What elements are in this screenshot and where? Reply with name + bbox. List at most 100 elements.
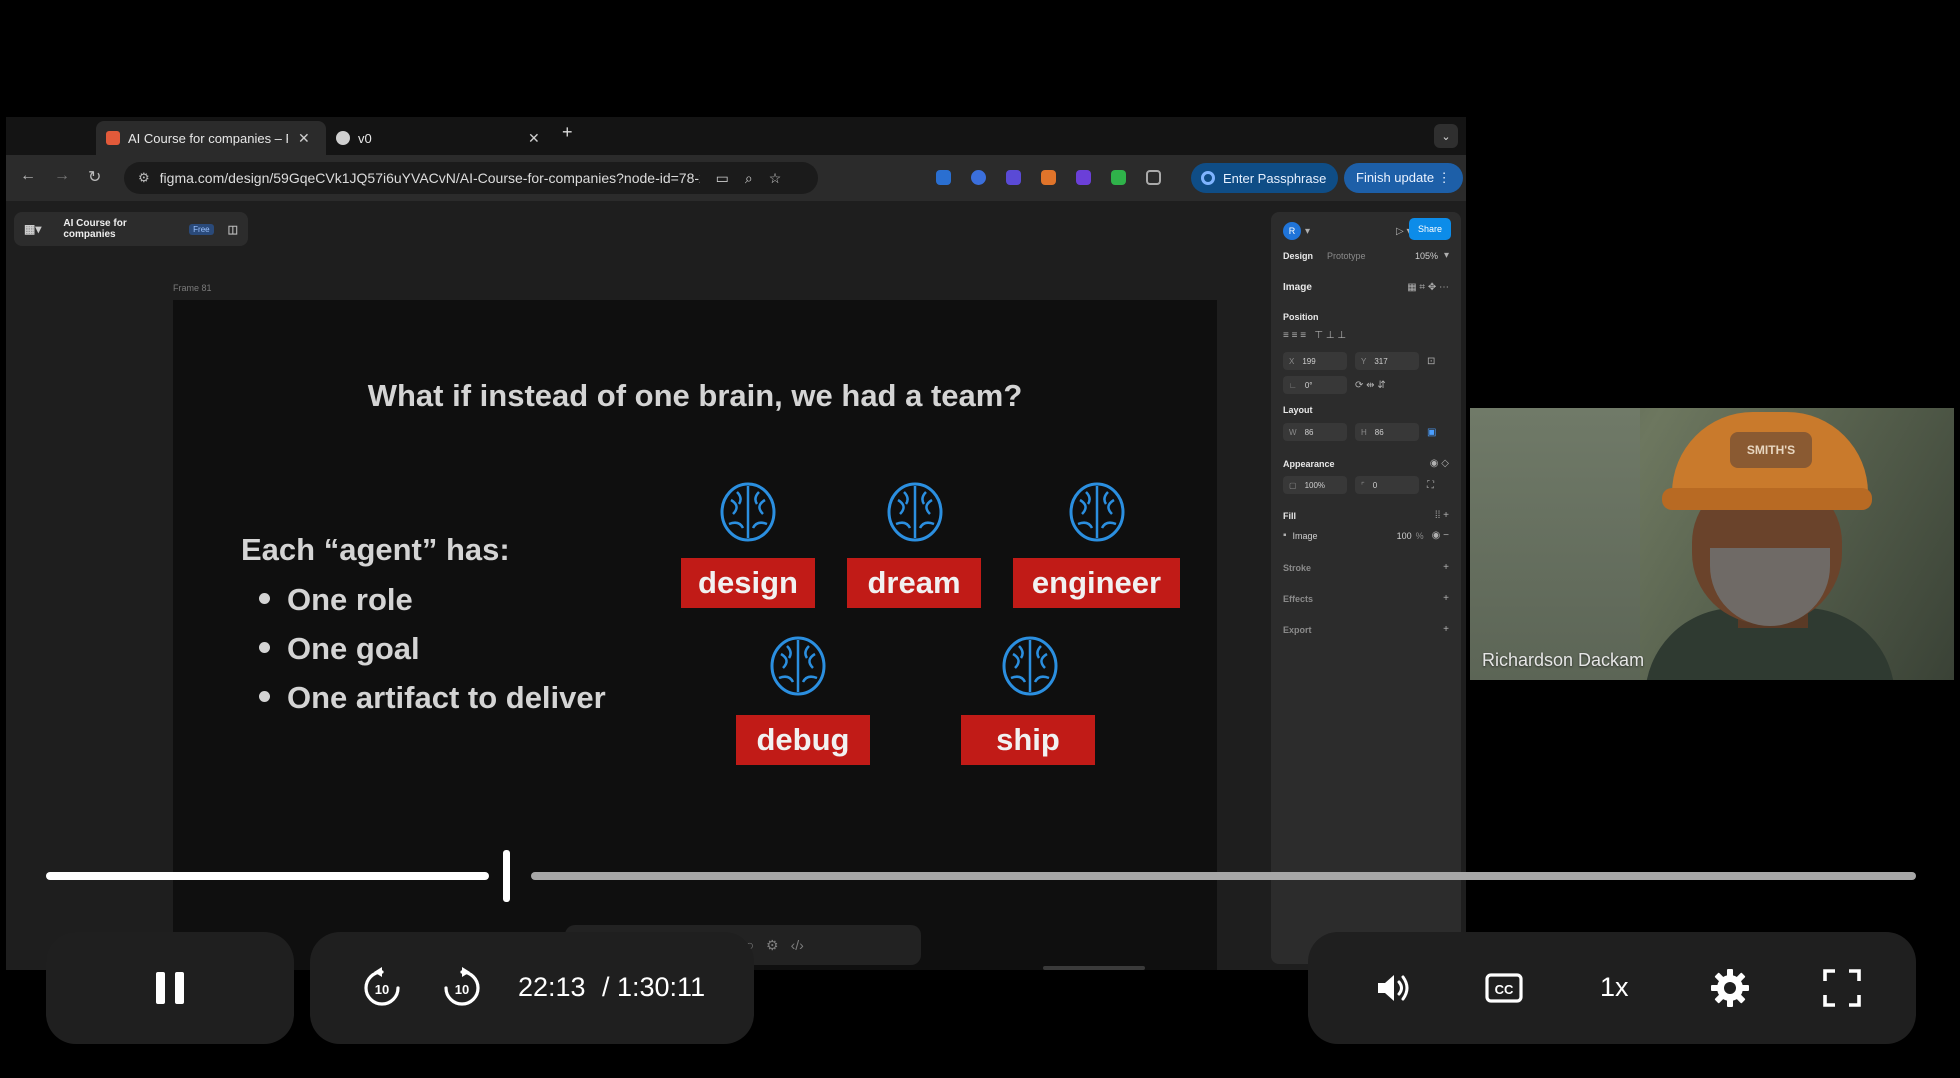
volume-icon[interactable] [1370, 966, 1414, 1010]
zoom-icon[interactable]: ⌕ [745, 170, 753, 187]
share-button[interactable]: Share [1409, 218, 1451, 240]
layer-actions-icon[interactable]: ▦ ⌗ ✥ ⋯ [1407, 282, 1449, 293]
fill-type: Image [1292, 530, 1318, 541]
zoom-dropdown-icon[interactable]: ▾ [1444, 250, 1449, 261]
extension-purple-icon[interactable] [1076, 170, 1091, 185]
back-arrow-icon[interactable]: ← [20, 167, 36, 185]
svg-text:10: 10 [375, 982, 389, 997]
x-field[interactable]: X 199 [1283, 352, 1347, 370]
extension-play-icon[interactable] [1006, 170, 1021, 185]
playback-speed-button[interactable]: 1x [1600, 972, 1629, 1003]
brain-icon [1002, 636, 1058, 696]
fill-visibility-icon[interactable]: ◉ − [1432, 530, 1449, 541]
y-field[interactable]: Y 317 [1355, 352, 1419, 370]
layout-label: Layout [1283, 405, 1313, 415]
flip-icons[interactable]: ⟳ ⇹ ⇵ [1355, 380, 1386, 391]
slide-title: What if instead of one brain, we had a t… [367, 378, 1023, 413]
tab-design[interactable]: Design [1283, 251, 1313, 261]
opacity-field[interactable]: ▢ 100% [1283, 476, 1347, 494]
toggle-panel-icon[interactable]: ◫ [228, 223, 238, 236]
secondary-controls: CC 1x [1308, 932, 1916, 1044]
visibility-eye-icon[interactable]: ◉ ◇ [1430, 458, 1449, 469]
progress-played [46, 872, 489, 880]
clipboard-icon[interactable]: ▭ [716, 170, 729, 187]
image-swatch-icon[interactable]: ▪ [1283, 530, 1287, 541]
position-label: Position [1283, 312, 1319, 322]
agent-label-ship: ship [961, 715, 1095, 765]
cap-logo: SMITH'S [1730, 432, 1812, 468]
bookmark-star-icon[interactable]: ☆ [769, 170, 782, 187]
corner-expand-icon[interactable]: ⛶ [1427, 480, 1434, 491]
progress-thumb[interactable] [503, 850, 510, 902]
slide-frame[interactable]: What if instead of one brain, we had a t… [173, 300, 1217, 970]
site-info-icon[interactable]: ⚙ [138, 170, 150, 186]
extension-green-icon[interactable] [1111, 170, 1126, 185]
extension-puzzle-blue-icon[interactable] [936, 170, 951, 185]
browser-tab-figma[interactable]: AI Course for companies – Fig ✕ [96, 121, 326, 155]
layer-type: Image [1283, 282, 1312, 293]
radius-field[interactable]: ⌜ 0 [1355, 476, 1419, 494]
progress-track[interactable] [531, 872, 1916, 880]
fill-opacity[interactable]: 100 [1397, 531, 1412, 541]
file-title: AI Course for companies [63, 218, 127, 240]
extensions-puzzle-icon[interactable] [1146, 170, 1161, 185]
video-player[interactable]: AI Course for companies – Fig ✕ v0 ✕ + ⌄… [0, 0, 1960, 1078]
avatar[interactable]: R [1283, 222, 1301, 240]
reload-icon[interactable]: ↻ [88, 167, 101, 187]
tab-title: v0 [358, 130, 372, 146]
current-time: 22:13 [518, 972, 586, 1002]
brain-icon [720, 482, 776, 542]
total-time: / 1:30:11 [602, 972, 706, 1002]
constraints-icon[interactable]: ⊡ [1427, 356, 1435, 367]
figma-menu-icon[interactable]: ▦▾ [24, 222, 41, 236]
dev-mode-icon[interactable]: ‹/› [791, 937, 804, 953]
seek-controls: 10 10 22:13 / 1:30:11 [310, 932, 754, 1044]
passphrase-label: Enter Passphrase [1223, 170, 1327, 186]
progress-bar[interactable] [46, 850, 1916, 902]
browser-tab-v0[interactable]: v0 ✕ [326, 121, 556, 155]
agent-label-engineer: engineer [1013, 558, 1180, 608]
close-tab-icon[interactable]: ✕ [528, 130, 540, 147]
tab-prototype[interactable]: Prototype [1327, 251, 1366, 261]
new-tab-button[interactable]: + [562, 122, 573, 143]
extension-orange-icon[interactable] [1041, 170, 1056, 185]
export-add-icon[interactable]: + [1443, 624, 1449, 635]
participant-name: Richardson Dackam [1482, 650, 1645, 670]
alignment-icons[interactable]: ≡ ≡ ≡ ⊤ ⊥ ⊥ [1283, 330, 1346, 341]
properties-panel: R ▾ ▷ ▾ Share Design Prototype 105% ▾ Im… [1271, 212, 1461, 964]
address-bar[interactable]: ⚙ figma.com/design/59GqeCVk1JQ57i6uYVACv… [124, 162, 818, 194]
globe-favicon-icon [336, 131, 350, 145]
closed-captions-icon[interactable]: CC [1482, 966, 1526, 1010]
rewind-10-icon[interactable]: 10 [360, 966, 404, 1010]
extension-circle-icon[interactable] [971, 170, 986, 185]
forward-arrow-icon[interactable]: → [54, 167, 70, 185]
close-tab-icon[interactable]: ✕ [298, 130, 310, 147]
tab-search-button[interactable]: ⌄ [1434, 124, 1458, 148]
finish-update-button[interactable]: Finish update ⋮ [1344, 163, 1463, 193]
actions-tool-icon[interactable]: ⚙ [766, 937, 779, 954]
width-field[interactable]: W 86 [1283, 423, 1347, 441]
browser-toolbar: ← → ↻ ⚙ figma.com/design/59GqeCVk1JQ57i6… [6, 155, 1466, 201]
lock-ratio-icon[interactable]: ▣ [1427, 427, 1436, 438]
figma-editor: ▦▾ AI Course for companies Free ◫ Frame … [6, 201, 1466, 970]
canvas-scrollbar[interactable] [1043, 966, 1145, 970]
agent-label-dream: dream [847, 558, 981, 608]
figma-favicon-icon [106, 131, 120, 145]
zoom-level[interactable]: 105% [1415, 251, 1438, 261]
forward-10-icon[interactable]: 10 [440, 966, 484, 1010]
fullscreen-icon[interactable] [1820, 966, 1864, 1010]
fill-add-icon[interactable]: ⁞⁞ + [1435, 510, 1449, 521]
effects-add-icon[interactable]: + [1443, 593, 1449, 604]
height-field[interactable]: H 86 [1355, 423, 1419, 441]
svg-text:CC: CC [1495, 982, 1514, 997]
brain-icon [1069, 482, 1125, 542]
pause-icon[interactable] [156, 972, 184, 1004]
frame-label[interactable]: Frame 81 [173, 283, 212, 293]
figma-file-header[interactable]: ▦▾ AI Course for companies Free ◫ [14, 212, 248, 246]
rotation-field[interactable]: ∟ 0° [1283, 376, 1347, 394]
chevron-down-icon[interactable]: ▾ [1305, 226, 1310, 237]
bullet-item: One role [259, 582, 413, 618]
settings-gear-icon[interactable] [1708, 966, 1752, 1010]
enter-passphrase-button[interactable]: Enter Passphrase [1191, 163, 1339, 193]
stroke-add-icon[interactable]: + [1443, 562, 1449, 573]
